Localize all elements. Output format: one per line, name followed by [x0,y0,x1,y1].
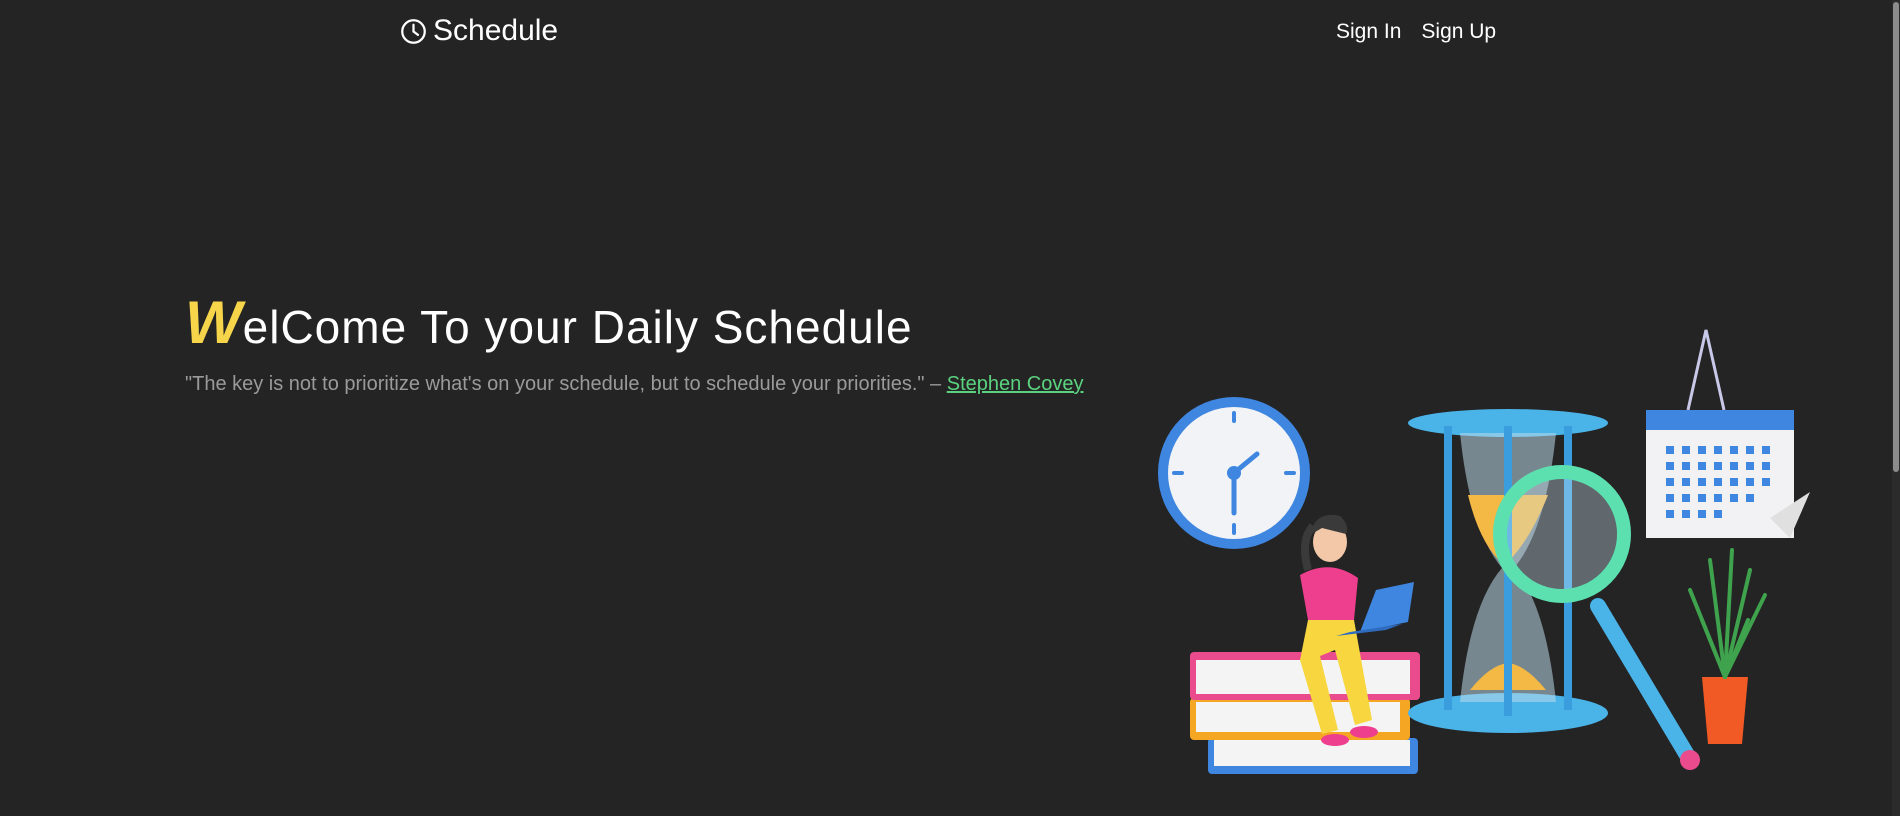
clock-icon [401,18,426,44]
hero-title: WelCome To your Daily Schedule [185,288,913,357]
quote-author-link[interactable]: Stephen Covey [947,373,1084,395]
sign-up-link[interactable]: Sign Up [1421,20,1496,44]
wall-clock-icon [1158,397,1310,549]
potted-plant-icon [1688,548,1767,744]
brand-name: Schedule [433,14,559,47]
hero-illustration [1158,329,1810,774]
hero-quote: "The key is not to prioritize what's on … [185,373,1084,396]
quote-text: "The key is not to prioritize what's on … [185,373,947,395]
page-scrollbar[interactable] [1892,0,1900,816]
sign-in-link[interactable]: Sign In [1336,20,1401,44]
calendar-icon [1646,329,1810,538]
top-nav: Sign In Sign Up [1336,20,1496,44]
brand-link[interactable]: Schedule [400,14,558,48]
hero-title-rest: elCome To your Daily Schedule [242,301,913,353]
hero-title-first-letter: W [185,289,243,356]
scrollbar-thumb[interactable] [1893,2,1899,472]
page: Schedule Sign In Sign Up WelCome To your… [0,0,1900,816]
